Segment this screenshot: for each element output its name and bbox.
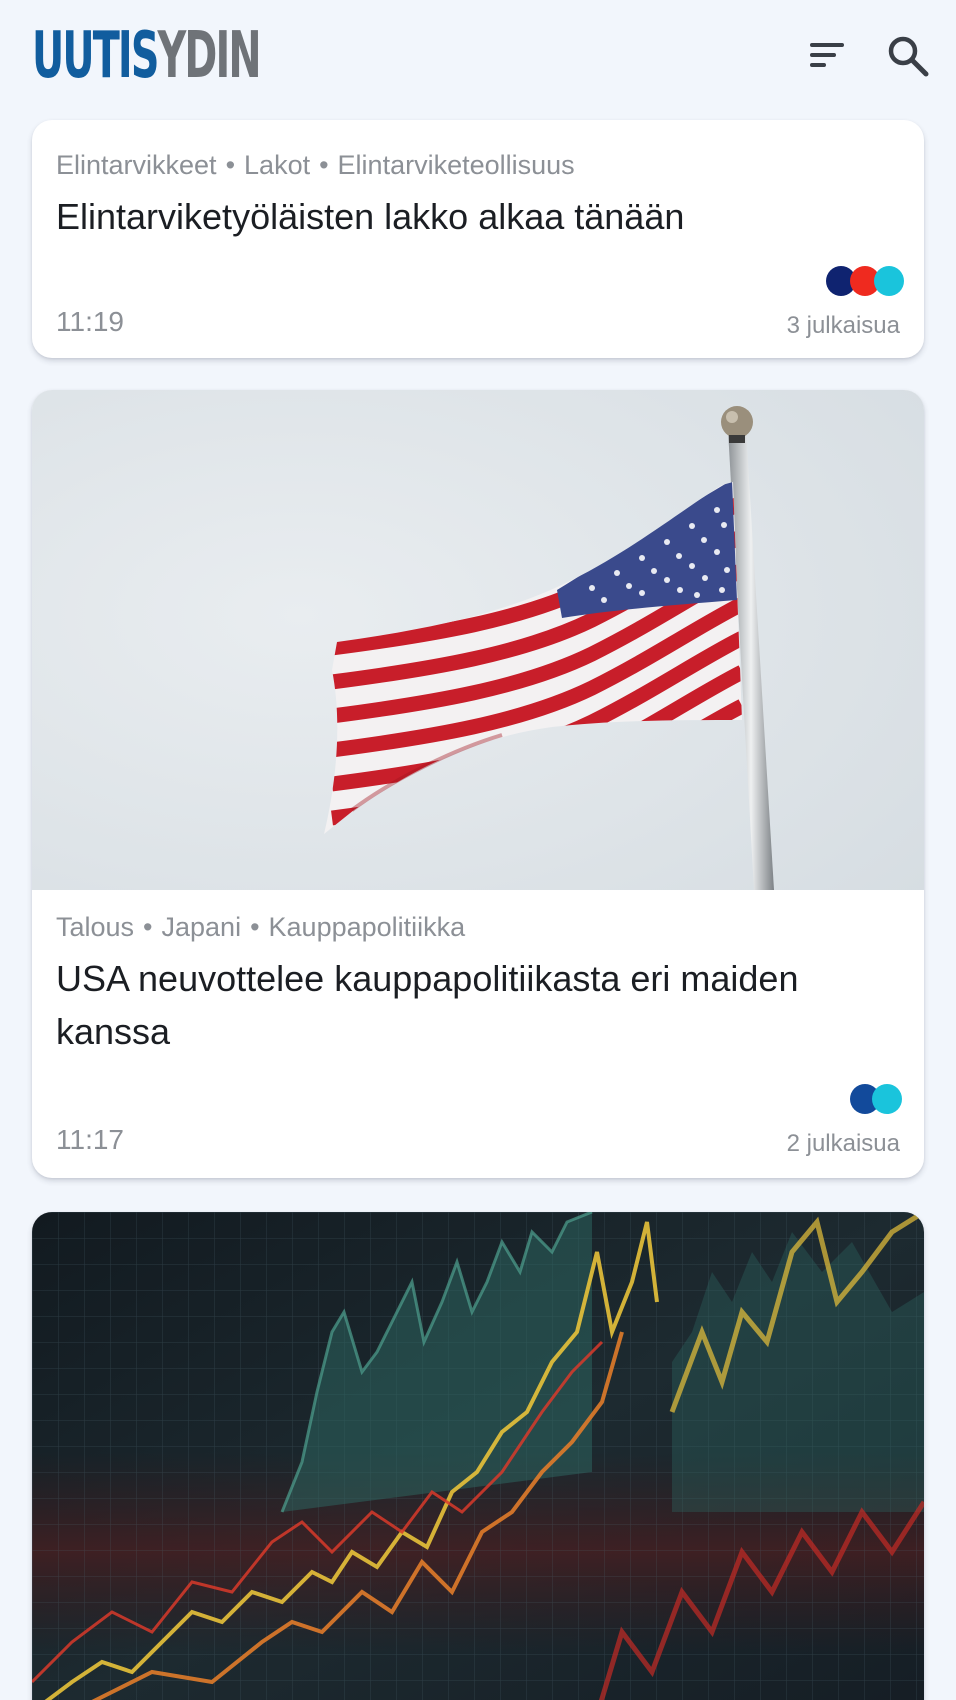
article-headline[interactable]: USA neuvottelee kauppapolitiikasta eri m… — [56, 952, 896, 1058]
news-app: UUTISYDIN Elintarvikkeet • Lakot • Elintarvi… — [0, 0, 956, 1700]
logo-part-1: UUTIS — [32, 19, 159, 93]
source-dot — [874, 266, 904, 296]
logo-part-2: YDIN — [157, 19, 262, 93]
topic-tag[interactable]: Lakot — [244, 150, 310, 180]
news-card[interactable]: Talous • Japani • Kauppapolitiikka USA neuvo… — [32, 390, 924, 1178]
search-button[interactable] — [882, 30, 934, 82]
source-logos — [820, 266, 904, 296]
publish-time: 11:17 — [56, 1124, 124, 1155]
publication-count: 3 julkaisua — [786, 312, 900, 339]
search-icon — [888, 36, 929, 77]
topic-tag[interactable]: Elintarviketeollisuus — [338, 150, 575, 180]
stock-market-chart-photo[interactable] — [32, 1212, 924, 1700]
article-headline[interactable]: Elintarviketyöläisten lakko alkaa tänään — [56, 190, 896, 243]
topic-tag[interactable]: Talous — [56, 912, 134, 942]
topic-tag[interactable]: Japani — [162, 912, 242, 942]
topic-tag[interactable]: Kauppapolitiikka — [269, 912, 466, 942]
topic-tag[interactable]: Elintarvikkeet — [56, 150, 217, 180]
topic-tags: Talous • Japani • Kauppapolitiikka — [56, 912, 466, 942]
topic-tags: Elintarvikkeet • Lakot • Elintarviketeollisu… — [56, 150, 575, 180]
source-dot — [872, 1084, 902, 1114]
american-flag-photo[interactable] — [32, 390, 924, 890]
sort-filter-icon — [810, 43, 844, 47]
publish-time: 11:19 — [56, 306, 124, 337]
news-card[interactable]: Elintarvikkeet • Lakot • Elintarviketeollisu… — [32, 120, 924, 358]
source-logos — [844, 1084, 902, 1114]
sort-filter-button[interactable] — [800, 32, 854, 80]
app-logo[interactable]: UUTISYDIN — [32, 24, 262, 88]
top-bar: UUTISYDIN — [0, 0, 956, 112]
publication-count: 2 julkaisua — [786, 1130, 900, 1157]
news-card[interactable] — [32, 1212, 924, 1700]
